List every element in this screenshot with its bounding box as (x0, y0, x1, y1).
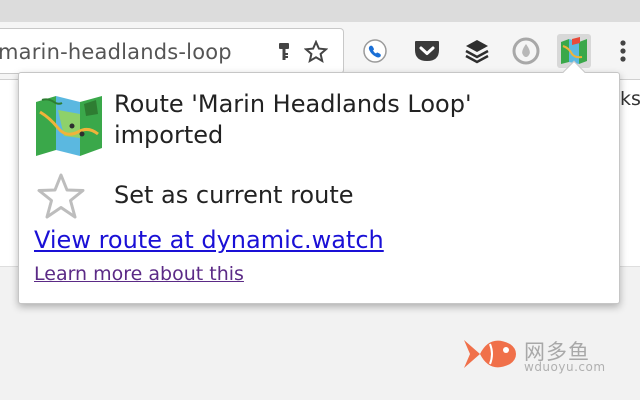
set-current-route-button[interactable]: Set as current route (114, 180, 354, 210)
pocket-icon[interactable] (410, 34, 444, 68)
learn-more-link[interactable]: Learn more about this (34, 262, 244, 286)
phone-extension-icon[interactable] (358, 34, 392, 68)
view-route-link[interactable]: View route at dynamic.watch (34, 225, 384, 255)
menu-icon[interactable] (606, 34, 640, 68)
star-outline-icon[interactable] (36, 172, 86, 220)
watermark-fish-icon (462, 330, 518, 378)
popup-title: Route 'Marin Headlands Loop' imported (114, 90, 472, 149)
url-text[interactable]: marin-headlands-loop (0, 40, 232, 64)
bookmark-star-icon[interactable] (304, 40, 328, 64)
tab-strip (0, 0, 640, 22)
address-bar[interactable]: marin-headlands-loop (0, 28, 344, 74)
key-icon[interactable] (272, 40, 296, 64)
drop-icon[interactable] (509, 34, 543, 68)
page-cut-text: ks (620, 88, 640, 110)
watermark-en-text: wduoyu.com (524, 360, 606, 374)
layers-icon[interactable] (460, 34, 494, 68)
map-route-icon (34, 92, 104, 158)
